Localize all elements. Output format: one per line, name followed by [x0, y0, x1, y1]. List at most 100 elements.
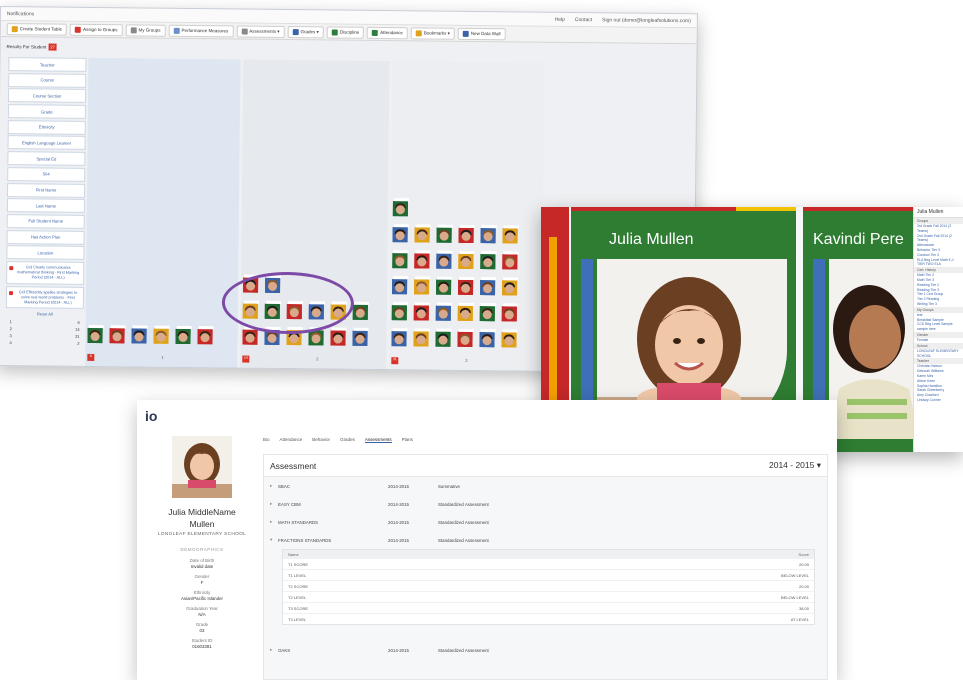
toolbar-button-8[interactable]: Bookmarks ▾: [410, 26, 455, 40]
student-tile[interactable]: [413, 302, 430, 321]
student-tile[interactable]: [457, 302, 474, 321]
student-tile[interactable]: [414, 250, 431, 269]
student-tile[interactable]: [413, 328, 430, 347]
sidebar-filter-5[interactable]: English Language Learner: [7, 135, 86, 151]
student-tile[interactable]: [479, 329, 496, 348]
scores-header-score: Score: [798, 551, 809, 557]
panel-item[interactable]: 3rd Grade Fall 2014 (2 Teams): [914, 224, 963, 234]
panel-item[interactable]: Lindsay Conner: [914, 398, 963, 403]
student-tile[interactable]: [392, 224, 409, 243]
score-value: 38.00: [798, 605, 809, 611]
panel-item[interactable]: 2nd Grade Fall 2014 (2 Teams): [914, 234, 963, 244]
student-tile[interactable]: [435, 328, 452, 347]
student-tile[interactable]: [352, 327, 369, 346]
sidebar-filter-1[interactable]: Course: [8, 72, 87, 88]
sign-out-link[interactable]: Sign out (demo@longleafsolutions.com): [602, 17, 691, 24]
sidebar-filter-0[interactable]: Teacher: [8, 57, 87, 72]
student-tile[interactable]: [457, 328, 474, 347]
student-tile[interactable]: [502, 251, 519, 270]
student-tile[interactable]: [330, 327, 347, 346]
student-tile[interactable]: [436, 250, 453, 269]
student-tile[interactable]: [87, 324, 104, 344]
student-tile[interactable]: [197, 326, 214, 345]
student-tile[interactable]: [308, 327, 325, 346]
toolbar-button-5[interactable]: Grades ▾: [287, 25, 324, 38]
student-tile[interactable]: [458, 276, 475, 295]
tile-name-bar: [392, 328, 408, 332]
sidebar-filter-9[interactable]: Last Name: [6, 198, 85, 214]
assessment-title: Assessment: [270, 460, 317, 471]
student-tile[interactable]: [131, 325, 148, 344]
student-tile[interactable]: [242, 326, 259, 345]
assessment-row[interactable]: ▸ EASY CBM 2014-2015 Standardized Assessmen…: [264, 495, 827, 513]
toolbar-button-6[interactable]: Discipline: [326, 25, 365, 39]
student-tile[interactable]: [436, 224, 453, 243]
sidebar-filter-12[interactable]: Location: [6, 245, 85, 261]
toolbar-button-2[interactable]: My Groups: [125, 23, 166, 37]
student-tile[interactable]: [458, 224, 475, 243]
tab-behavior[interactable]: Behavior: [312, 437, 330, 443]
student-tile[interactable]: [392, 250, 409, 269]
student-tile[interactable]: [436, 276, 453, 295]
student-tile[interactable]: [392, 198, 410, 217]
toolbar-button-3[interactable]: Performance Measures: [168, 24, 234, 37]
student-tile[interactable]: [502, 225, 519, 244]
student-tile[interactable]: [352, 301, 369, 320]
student-tile[interactable]: [392, 276, 409, 295]
tile-name-bar: [392, 302, 408, 306]
year-select[interactable]: 2014 - 2015 ▾: [769, 460, 821, 471]
toolbar-button-7[interactable]: Attendance: [367, 26, 408, 39]
tab-grades[interactable]: Grades: [340, 437, 355, 443]
student-tile[interactable]: [480, 251, 497, 270]
sidebar-filter-7[interactable]: 504: [7, 166, 86, 182]
student-tile[interactable]: [391, 328, 408, 347]
sidebar-filter-4[interactable]: Ethnicity: [7, 119, 86, 135]
active-filter-0[interactable]: Gr3 Clearly communicates mathematical th…: [6, 261, 85, 285]
reset-all-link[interactable]: Reset All: [6, 312, 84, 318]
student-tile[interactable]: [175, 325, 192, 345]
sidebar-filter-8[interactable]: First Name: [7, 182, 86, 198]
tab-bio[interactable]: Bio: [263, 437, 270, 443]
sidebar-filter-11[interactable]: Has Action Plan: [6, 229, 85, 245]
student-tile[interactable]: [480, 225, 497, 244]
score-value: 20.00: [798, 583, 809, 589]
sidebar-filter-3[interactable]: Grade: [7, 104, 86, 119]
sidebar-filter-6[interactable]: Special Ed: [7, 151, 86, 167]
assessment-row-oaks[interactable]: ▸ OAKS 2014-2015 Standardized Assessment: [264, 641, 827, 659]
tile-face-icon: [178, 332, 188, 342]
contact-link[interactable]: Contact: [575, 17, 592, 23]
student-tile[interactable]: [414, 276, 431, 295]
toolbar-button-0[interactable]: Create Student Table: [6, 22, 68, 36]
assessment-row[interactable]: ▸ MATH STANDARDS 2014-2015 Standardized Ass…: [264, 513, 827, 531]
student-tile[interactable]: [435, 302, 452, 321]
student-tile[interactable]: [391, 302, 408, 321]
help-link[interactable]: Help: [555, 16, 565, 22]
tile-face-icon: [394, 335, 404, 345]
student-tile[interactable]: [479, 277, 497, 296]
score-name: T1 LEVEL: [288, 572, 307, 578]
student-tile[interactable]: [414, 224, 431, 243]
tile-name-bar: [393, 224, 409, 228]
toolbar-button-9[interactable]: New Data Wall: [457, 27, 506, 40]
tab-plans[interactable]: Plans: [402, 437, 413, 443]
assessment-row[interactable]: ▾ FRACTIONS STANDARDS 2014-2015 Standardize…: [264, 531, 827, 549]
sidebar-filter-2[interactable]: Course Section: [7, 88, 87, 104]
tab-assessments[interactable]: Assessments: [364, 437, 392, 443]
sidebar-filter-10[interactable]: Full Student Name: [6, 213, 85, 229]
tab-attendance[interactable]: Attendance: [280, 437, 303, 443]
student-tile[interactable]: [501, 329, 518, 348]
student-tile[interactable]: [501, 303, 518, 322]
active-filter-1[interactable]: Gr3 Efficiently applies strategies to so…: [5, 285, 85, 310]
student-tile[interactable]: [479, 303, 496, 322]
student-tile[interactable]: [458, 250, 475, 269]
notifications-link[interactable]: Notifications: [7, 11, 34, 17]
assessment-row[interactable]: ▸ SBAC 2014-2015 Summative: [264, 477, 827, 495]
toolbar-button-1[interactable]: Assign to Groups: [69, 23, 123, 36]
tile-name-bar: [481, 225, 497, 229]
student-tile[interactable]: [501, 277, 519, 296]
toolbar-button-4[interactable]: Assessments ▾: [236, 24, 285, 38]
student-tile[interactable]: [109, 325, 126, 344]
panel-item[interactable]: LONGLEAF ELEMENTARY SCHOOL: [914, 349, 963, 359]
student-tile[interactable]: [153, 325, 170, 344]
tile-name-bar: [88, 324, 104, 329]
